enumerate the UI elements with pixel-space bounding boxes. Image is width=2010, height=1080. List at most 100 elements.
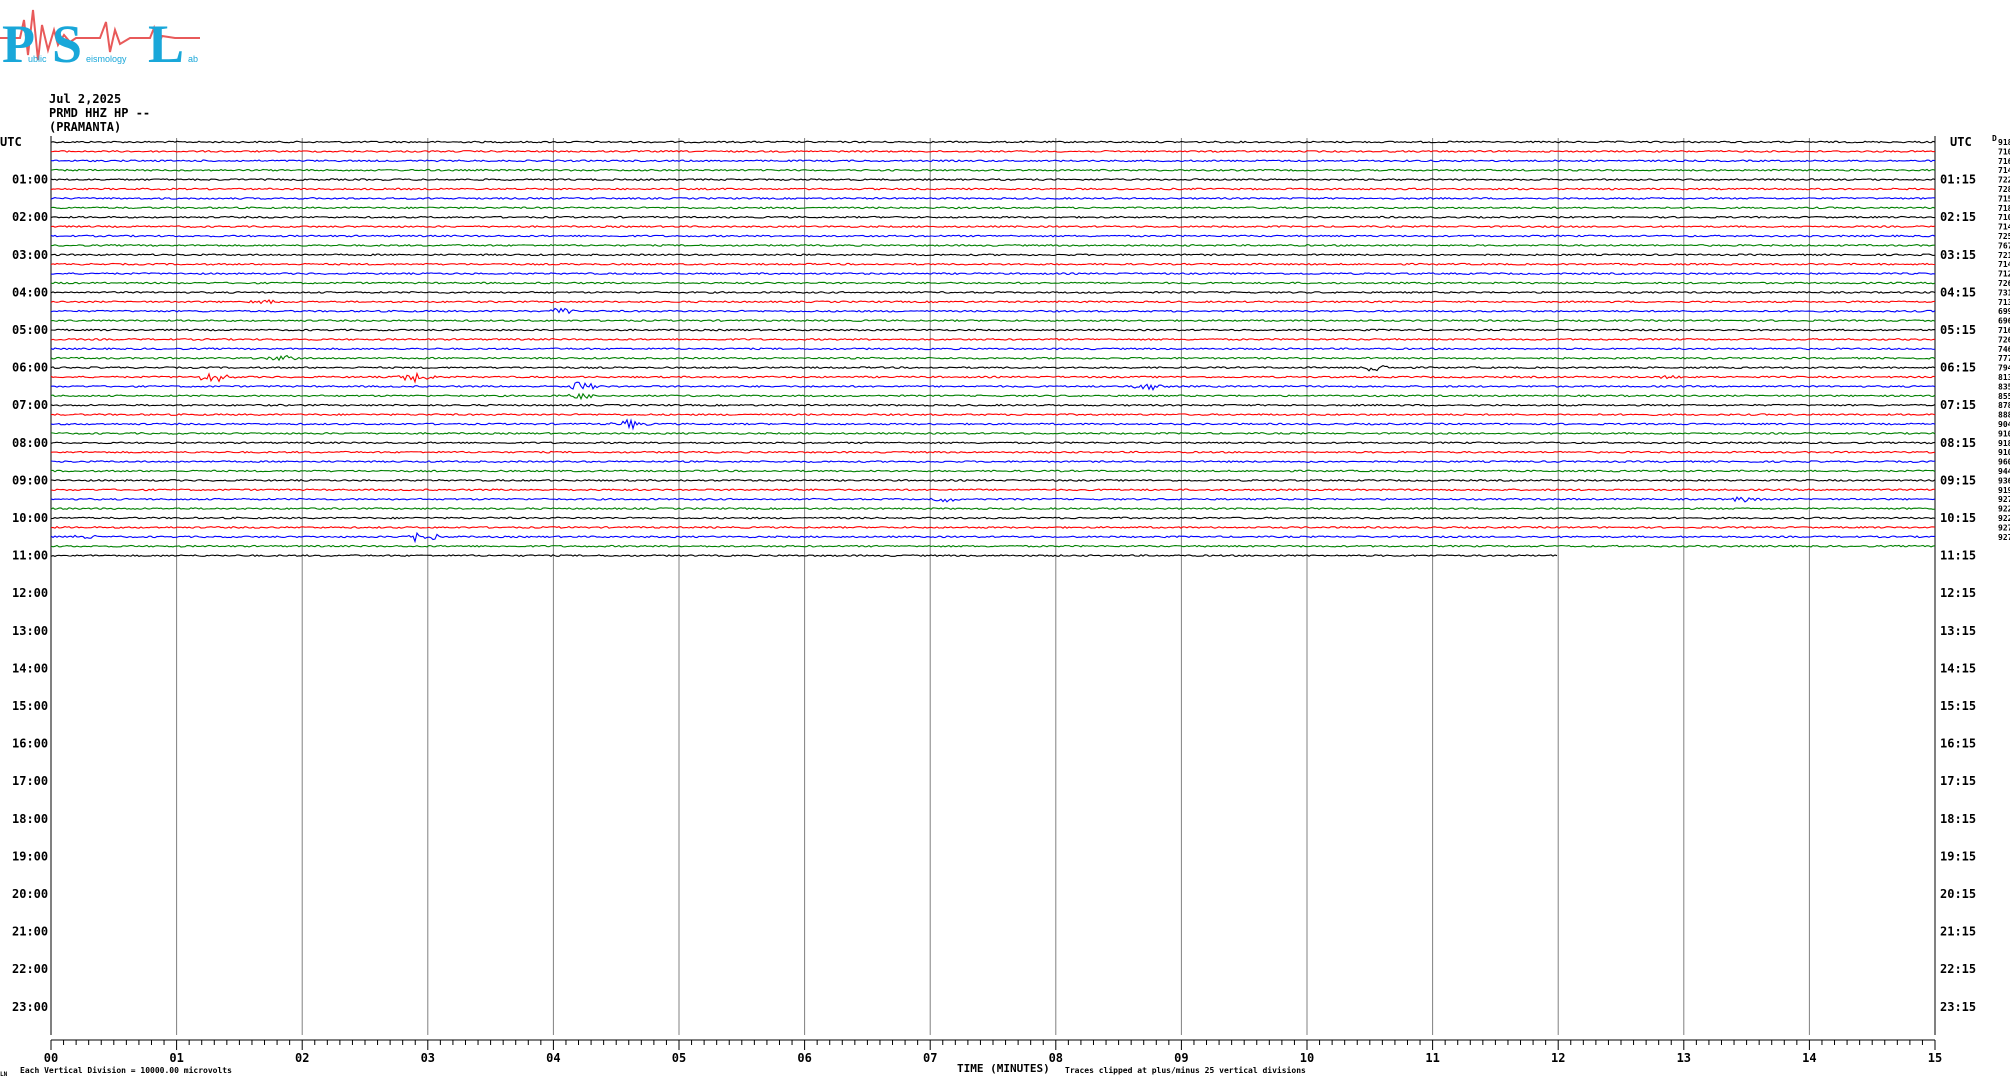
trace-40	[50, 516, 1936, 520]
hour-label-left: 15:00	[12, 699, 48, 713]
trace-31	[50, 431, 1936, 435]
right-value: 922	[1998, 514, 2010, 523]
hour-label-left: 07:00	[12, 398, 48, 412]
hour-label-right: 16:15	[1940, 737, 1976, 751]
hour-label-right: 15:15	[1940, 699, 1976, 713]
x-tick-label: 04	[546, 1051, 560, 1065]
right-value: 716	[1998, 157, 2010, 166]
right-value: 728	[1998, 185, 2010, 194]
x-tick-label: 01	[169, 1051, 183, 1065]
footer-clip-note: Traces clipped at plus/minus 25 vertical…	[1065, 1065, 1306, 1075]
trace-1	[50, 149, 1936, 153]
hour-label-left: 04:00	[12, 285, 48, 299]
trace-6	[50, 196, 1936, 200]
x-tick-label: 11	[1425, 1051, 1439, 1065]
right-value: 715	[1998, 194, 2010, 203]
hour-label-right: 04:15	[1940, 285, 1976, 299]
hour-label-right: 02:15	[1940, 210, 1976, 224]
trace-44	[50, 554, 1558, 558]
trace-28	[50, 403, 1936, 407]
right-value: 722	[1998, 176, 2010, 185]
utc-label-left: UTC	[0, 135, 22, 149]
right-value: 716	[1998, 326, 2010, 335]
right-column-header: D	[1992, 134, 1997, 143]
hour-label-right: 23:15	[1940, 1000, 1976, 1014]
trace-5	[50, 187, 1936, 191]
right-value: 813	[1998, 373, 2010, 382]
trace-23	[50, 354, 1936, 362]
x-tick-label: 12	[1551, 1051, 1565, 1065]
right-value: 835	[1998, 382, 2010, 391]
right-value: 714	[1998, 223, 2010, 232]
hour-label-right: 13:15	[1940, 624, 1976, 638]
corner-mark: LN	[0, 1071, 8, 1078]
trace-27	[50, 392, 1936, 401]
trace-15	[50, 281, 1936, 285]
trace-22	[50, 347, 1936, 351]
trace-33	[50, 450, 1936, 454]
trace-0	[50, 140, 1936, 144]
trace-4	[50, 178, 1936, 182]
hour-label-left: 09:00	[12, 473, 48, 487]
right-value: 710	[1998, 213, 2010, 222]
hour-label-right: 20:15	[1940, 887, 1976, 901]
hour-label-left: 23:00	[12, 1000, 48, 1014]
right-value: 918	[1998, 439, 2010, 448]
x-tick-label: 06	[797, 1051, 811, 1065]
x-tick-label: 14	[1802, 1051, 1816, 1065]
right-value: 714	[1998, 260, 2010, 269]
hour-label-left: 03:00	[12, 248, 48, 262]
hour-label-right: 07:15	[1940, 398, 1976, 412]
right-value: 714	[1998, 166, 2010, 175]
hour-label-right: 17:15	[1940, 774, 1976, 788]
hour-label-left: 18:00	[12, 812, 48, 826]
x-tick-label: 05	[672, 1051, 686, 1065]
trace-36	[50, 478, 1936, 482]
trace-30	[50, 418, 1936, 431]
right-value: 712	[1998, 270, 2010, 279]
trace-19	[50, 319, 1936, 323]
x-tick-label: 10	[1300, 1051, 1314, 1065]
right-value: 888	[1998, 411, 2010, 420]
right-value: 960	[1998, 458, 2010, 467]
trace-8	[50, 215, 1936, 219]
hour-label-right: 01:15	[1940, 173, 1976, 187]
right-value: 919	[1998, 486, 2010, 495]
hour-label-right: 06:15	[1940, 361, 1976, 375]
trace-13	[50, 262, 1936, 266]
trace-37	[50, 488, 1936, 492]
hour-label-right: 18:15	[1940, 812, 1976, 826]
right-value: 726	[1998, 279, 2010, 288]
right-value: 696	[1998, 317, 2010, 326]
hour-label-right: 03:15	[1940, 248, 1976, 262]
trace-29	[50, 413, 1936, 417]
right-value: 904	[1998, 420, 2010, 429]
hour-label-left: 14:00	[12, 661, 48, 675]
trace-10	[50, 234, 1936, 238]
trace-11	[50, 243, 1936, 247]
right-value: 731	[1998, 288, 2010, 297]
helicorder-chart: UTC UTC D 01:00 02:00 03:00 04:00 05:00 06:00 07:…	[0, 134, 2010, 1078]
hour-label-left: 19:00	[12, 849, 48, 863]
hour-label-right: 11:15	[1940, 549, 1976, 563]
hour-label-left: 10:00	[12, 511, 48, 525]
trace-16	[50, 290, 1936, 294]
trace-38	[50, 496, 1936, 503]
trace-39	[50, 507, 1936, 511]
hour-label-left: 13:00	[12, 624, 48, 638]
hour-label-right: 09:15	[1940, 473, 1976, 487]
hour-label-left: 08:00	[12, 436, 48, 450]
x-tick-label: 09	[1174, 1051, 1188, 1065]
x-tick-label: 07	[923, 1051, 937, 1065]
trace-12	[50, 253, 1936, 257]
trace-34	[50, 460, 1936, 464]
right-value: 721	[1998, 251, 2010, 260]
right-value: 927	[1998, 533, 2010, 542]
right-value: 718	[1998, 204, 2010, 213]
right-value: 944	[1998, 467, 2010, 476]
right-value: 710	[1998, 147, 2010, 156]
right-value: 726	[1998, 335, 2010, 344]
trace-41	[50, 525, 1936, 529]
hour-label-left: 06:00	[12, 361, 48, 375]
footer-scale-note: Each Vertical Division = 10000.00 microv…	[20, 1065, 232, 1075]
